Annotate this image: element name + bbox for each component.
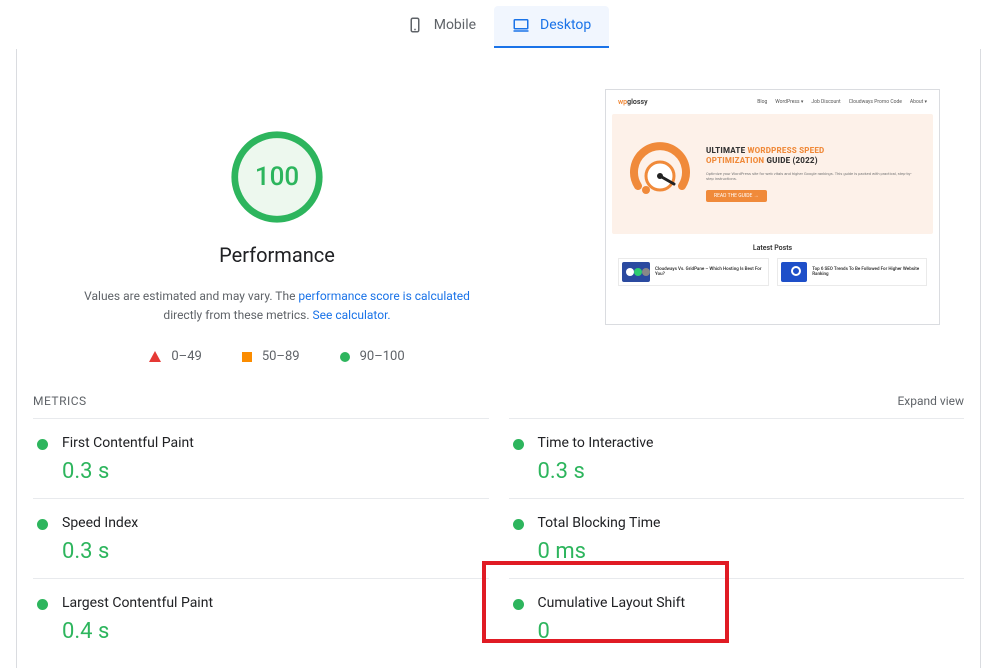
preview-posts: Cloudways Vs. GridPane – Which Hosting I…	[612, 258, 933, 286]
site-preview: wpglossy Blog WordPress ▾ Job Discount C…	[605, 89, 940, 325]
preview-post: Top 6 SEO Trends To Be Followed For High…	[777, 258, 928, 286]
metric-tbt[interactable]: Total Blocking Time 0 ms	[509, 498, 965, 578]
metric-tti[interactable]: Time to Interactive 0.3 s	[509, 418, 965, 498]
status-dot-icon	[37, 599, 48, 610]
triangle-red-icon	[149, 351, 161, 362]
metric-lcp[interactable]: Largest Contentful Paint 0.4 s	[33, 578, 489, 658]
mobile-icon	[406, 16, 424, 34]
preview-hero-subtitle: Optimize your WordPress site for web vit…	[706, 171, 917, 182]
preview-hero-title: ULTIMATE WORDPRESS SPEED OPTIMIZATION GU…	[706, 146, 917, 167]
metric-name: Total Blocking Time	[538, 515, 661, 531]
metric-value: 0.3 s	[62, 459, 194, 484]
score-value: 100	[229, 129, 325, 225]
preview-post: Cloudways Vs. GridPane – Which Hosting I…	[618, 258, 769, 286]
preview-latest-heading: Latest Posts	[612, 244, 933, 252]
device-tabs: Mobile Desktop	[0, 6, 997, 49]
metric-name: Largest Contentful Paint	[62, 595, 213, 611]
metric-value: 0 ms	[538, 539, 661, 564]
metric-value: 0.4 s	[62, 619, 213, 644]
preview-column: wpglossy Blog WordPress ▾ Job Discount C…	[557, 89, 940, 325]
legend-average: 50–89	[242, 349, 300, 364]
tab-mobile[interactable]: Mobile	[388, 6, 494, 48]
score-column: 100 Performance Values are estimated and…	[57, 89, 497, 364]
legend-fail: 0–49	[149, 349, 201, 364]
metric-value: 0.3 s	[62, 539, 138, 564]
desktop-icon	[512, 16, 530, 34]
square-orange-icon	[242, 352, 252, 362]
status-dot-icon	[37, 519, 48, 530]
preview-hero-button: READ THE GUIDE →	[706, 190, 767, 202]
circle-green-icon	[340, 352, 350, 362]
preview-nav: wpglossy Blog WordPress ▾ Job Discount C…	[612, 96, 933, 108]
metric-name: Cumulative Layout Shift	[538, 595, 686, 611]
tab-mobile-label: Mobile	[434, 17, 476, 33]
tab-desktop[interactable]: Desktop	[494, 6, 609, 48]
metric-name: Time to Interactive	[538, 435, 654, 451]
summary-row: 100 Performance Values are estimated and…	[17, 49, 980, 364]
score-calc-link[interactable]: performance score is calculated	[298, 289, 469, 303]
score-legend: 0–49 50–89 90–100	[149, 349, 404, 364]
speedometer-icon	[628, 142, 692, 206]
estimate-text: Values are estimated and may vary. The p…	[77, 287, 477, 325]
legend-pass: 90–100	[340, 349, 405, 364]
metric-cls[interactable]: Cumulative Layout Shift 0	[509, 578, 965, 658]
metric-name: Speed Index	[62, 515, 138, 531]
preview-hero: ULTIMATE WORDPRESS SPEED OPTIMIZATION GU…	[612, 114, 933, 234]
expand-view-toggle[interactable]: Expand view	[897, 394, 964, 408]
report-card: 100 Performance Values are estimated and…	[16, 49, 981, 668]
status-dot-icon	[513, 439, 524, 450]
metric-si[interactable]: Speed Index 0.3 s	[33, 498, 489, 578]
see-calculator-link[interactable]: See calculator.	[313, 308, 391, 322]
preview-logo: wpglossy	[618, 98, 648, 106]
score-label: Performance	[219, 243, 335, 267]
metric-value: 0.3 s	[538, 459, 654, 484]
metrics-label: METRICS	[33, 394, 87, 408]
status-dot-icon	[37, 439, 48, 450]
metrics-header: METRICS Expand view	[17, 364, 980, 418]
metric-name: First Contentful Paint	[62, 435, 194, 451]
metrics-grid: First Contentful Paint 0.3 s Time to Int…	[17, 418, 980, 658]
tab-desktop-label: Desktop	[540, 17, 591, 33]
status-dot-icon	[513, 519, 524, 530]
metric-fcp[interactable]: First Contentful Paint 0.3 s	[33, 418, 489, 498]
metric-value: 0	[538, 619, 686, 644]
score-gauge: 100	[229, 129, 325, 225]
status-dot-icon	[513, 599, 524, 610]
